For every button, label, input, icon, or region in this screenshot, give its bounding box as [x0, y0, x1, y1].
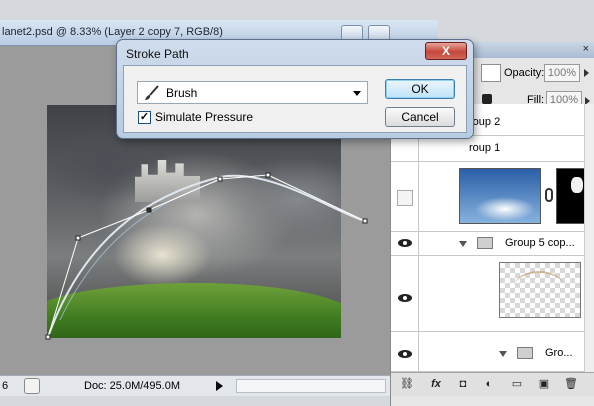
opacity-label: Opacity:: [504, 67, 545, 79]
opacity-arrow-icon[interactable]: [584, 69, 589, 77]
brush-icon: [145, 85, 159, 100]
horizontal-scrollbar[interactable]: [236, 379, 386, 393]
ok-button[interactable]: OK: [385, 79, 455, 99]
adjustment-icon[interactable]: ◐: [481, 377, 497, 391]
visibility-cell[interactable]: [391, 332, 419, 371]
document-size: Doc: 25.0M/495.0M: [84, 380, 180, 392]
layer-name: Group 5 cop...: [505, 237, 575, 249]
link-icon[interactable]: ⛓: [399, 377, 415, 391]
layer-row[interactable]: [391, 256, 594, 332]
eye-icon[interactable]: [398, 294, 412, 302]
simulate-pressure-checkbox[interactable]: ✓: [138, 111, 151, 124]
layer-name: roup 1: [469, 142, 501, 154]
visibility-cell[interactable]: [391, 256, 419, 331]
layer-name: Gro...: [545, 347, 573, 359]
trash-icon[interactable]: 🗑: [563, 377, 579, 391]
dialog-body: Brush ✓ Simulate Pressure OK Cancel: [123, 65, 467, 133]
tool-select[interactable]: Brush: [137, 81, 368, 104]
layer-row[interactable]: roup 1: [391, 136, 594, 162]
chevron-down-icon[interactable]: [353, 91, 361, 96]
visibility-toggle[interactable]: [397, 190, 413, 206]
visibility-cell[interactable]: [391, 162, 419, 231]
simulate-pressure-label[interactable]: Simulate Pressure: [155, 110, 253, 124]
zoom-level[interactable]: 6: [2, 380, 8, 392]
blend-mode-select[interactable]: [481, 64, 501, 82]
folder-icon: [477, 237, 493, 249]
rainbow-path: [47, 174, 366, 338]
panel-close-button[interactable]: ×: [583, 43, 589, 55]
mask-icon[interactable]: ◘: [455, 377, 471, 391]
panel-footer: ⛓ fx ◘ ◐ ▭ ▣ 🗑: [391, 372, 594, 396]
cancel-button[interactable]: Cancel: [385, 107, 455, 127]
eye-icon[interactable]: [398, 350, 412, 358]
expand-triangle-icon[interactable]: [459, 241, 467, 247]
eye-icon[interactable]: [398, 239, 412, 247]
new-layer-icon[interactable]: ▣: [536, 377, 552, 391]
status-options-button[interactable]: [24, 378, 40, 394]
anchor-points[interactable]: [45, 172, 368, 340]
layer-list[interactable]: roup 2 roup 1 Group 5 cop... Gro...: [391, 104, 594, 372]
expand-triangle-icon[interactable]: [499, 351, 507, 357]
visibility-cell[interactable]: [391, 232, 419, 255]
layer-row[interactable]: [391, 162, 594, 232]
folder-icon: [517, 347, 533, 359]
group-icon[interactable]: ▭: [509, 377, 525, 391]
dialog-close-button[interactable]: X: [425, 42, 467, 60]
tool-select-value: Brush: [166, 86, 198, 100]
lock-icon[interactable]: [482, 94, 492, 104]
layers-scrollbar[interactable]: [584, 104, 594, 372]
opacity-field[interactable]: 100%: [544, 64, 580, 82]
stroke-path-dialog: Stroke Path X Brush ✓ Simulate Pressure …: [116, 39, 474, 139]
visibility-cell[interactable]: [391, 136, 419, 161]
layer-thumbnail[interactable]: [459, 168, 541, 224]
status-menu-arrow-icon[interactable]: [216, 381, 223, 391]
dialog-title: Stroke Path: [126, 47, 189, 61]
layer-thumbnail[interactable]: [499, 262, 581, 318]
layer-row[interactable]: Gro...: [391, 332, 594, 372]
chain-link-icon[interactable]: [545, 188, 553, 202]
fx-icon[interactable]: fx: [428, 377, 444, 391]
layer-row[interactable]: Group 5 cop...: [391, 232, 594, 256]
status-bar: 6 Doc: 25.0M/495.0M: [0, 375, 438, 396]
